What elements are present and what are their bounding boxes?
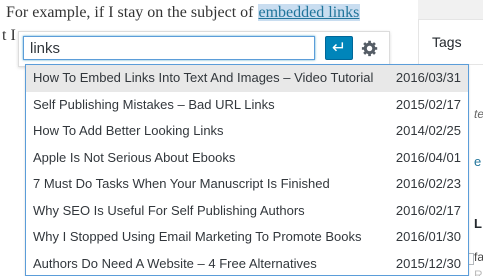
- suggestion-title: How To Embed Links Into Text And Images …: [33, 70, 374, 85]
- suggestion-item[interactable]: Why SEO Is Useful For Self Publishing Au…: [26, 198, 468, 225]
- sidebar-option-label-2: Ri: [474, 268, 483, 276]
- editor-text: For example, if I stay on the subject of: [6, 4, 258, 21]
- link-search-input[interactable]: [23, 36, 315, 60]
- suggestion-title: How To Add Better Looking Links: [33, 123, 224, 138]
- sidebar-link-text[interactable]: e: [474, 154, 481, 169]
- sidebar-hint-text: te: [474, 107, 483, 121]
- suggestion-date: 2015/12/30: [395, 255, 461, 271]
- suggestion-title: Why SEO Is Useful For Self Publishing Au…: [33, 202, 305, 218]
- suggestion-title: Self Publishing Mistakes – Bad URL Links: [33, 96, 275, 112]
- gear-icon: [361, 40, 378, 57]
- suggestion-date: 2016/01/30: [395, 229, 461, 244]
- suggestion-item[interactable]: Self Publishing Mistakes – Bad URL Links…: [26, 92, 468, 119]
- link-suggestions-list: How To Embed Links Into Text And Images …: [25, 64, 469, 276]
- suggestion-item[interactable]: 7 Must Do Tasks When Your Manuscript Is …: [26, 171, 468, 198]
- tags-metabox-title[interactable]: Tags: [432, 34, 462, 50]
- selected-link-text[interactable]: embedded links: [257, 4, 361, 21]
- suggestion-item[interactable]: How To Embed Links Into Text And Images …: [26, 65, 468, 92]
- suggestion-date: 2014/02/25: [395, 123, 461, 138]
- suggestion-title: Apple Is Not Serious About Ebooks: [33, 149, 236, 165]
- suggestion-title: 7 Must Do Tasks When Your Manuscript Is …: [33, 176, 330, 191]
- editor-paragraph-line-2[interactable]: t I: [2, 27, 16, 45]
- suggestion-item[interactable]: Why I Stopped Using Email Marketing To P…: [26, 224, 468, 251]
- suggestion-date: 2016/04/01: [395, 149, 461, 165]
- editor-paragraph-line[interactable]: For example, if I stay on the subject of…: [6, 4, 361, 22]
- link-options-button[interactable]: [357, 36, 383, 60]
- suggestion-date: 2016/03/31: [395, 70, 461, 85]
- suggestion-date: 2015/02/17: [395, 96, 461, 112]
- apply-link-button[interactable]: ↵: [325, 36, 353, 60]
- enter-arrow-icon: ↵: [331, 38, 347, 57]
- suggestion-title: Authors Do Need A Website – 4 Free Alter…: [33, 255, 317, 271]
- suggestion-item[interactable]: How To Add Better Looking Links 2014/02/2…: [26, 118, 468, 145]
- inline-link-toolbar: ↵: [18, 31, 390, 67]
- suggestion-item[interactable]: Authors Do Need A Website – 4 Free Alter…: [26, 251, 468, 276]
- post-editor-screen: For example, if I stay on the subject of…: [0, 0, 483, 276]
- sidebar-heading: L: [474, 216, 482, 231]
- suggestion-title: Why I Stopped Using Email Marketing To P…: [33, 229, 362, 244]
- suggestion-item[interactable]: Apple Is Not Serious About Ebooks 2016/04…: [26, 145, 468, 172]
- sidebar-option-label: fa: [474, 250, 483, 264]
- suggestion-date: 2016/02/23: [395, 176, 461, 191]
- editor-text-2: t I: [2, 27, 16, 44]
- suggestion-date: 2016/02/17: [395, 202, 461, 218]
